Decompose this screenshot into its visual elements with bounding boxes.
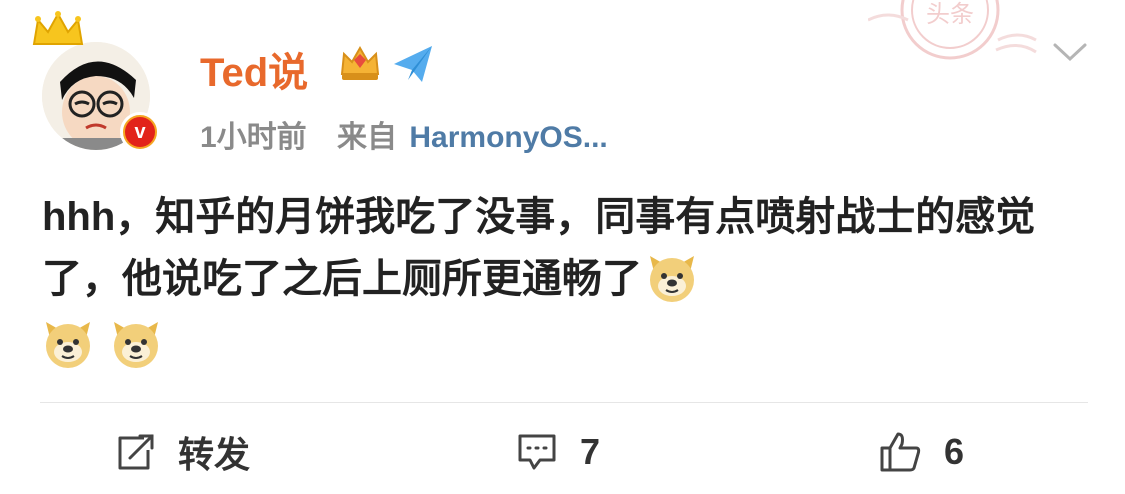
weibo-post: v Ted说 1小时前 来自 HarmonyOS... 头条 hhh，知乎的月饼… [0,0,1125,494]
post-time: 1小时前 [200,121,307,154]
stamp-text: 头条 [926,0,974,28]
like-count: 6 [944,431,965,472]
like-icon [880,432,921,472]
post-content: hhh，知乎的月饼我吃了没事，同事有点喷射战士的感觉了，他说吃了之后上厕所更通畅… [42,186,1082,310]
doge-emoji-icon [46,322,90,368]
vip-crown-icon[interactable] [338,44,382,84]
post-text: hhh，知乎的月饼我吃了没事，同事有点喷射战士的感觉了，他说吃了之后上厕所更通畅… [42,195,1036,301]
doge-emoji-icon [650,256,694,302]
source-prefix: 来自 [337,121,398,154]
crown-icon [32,11,84,45]
comment-count: 7 [580,431,601,472]
post-meta: 1小时前 来自 HarmonyOS... [200,112,608,156]
repost-label: 转发 [178,434,251,475]
author-name[interactable]: Ted说 [200,40,308,98]
verified-badge: v [120,112,160,152]
repost-icon [118,434,154,470]
doge-emoji-icon [114,322,158,368]
paper-plane-icon[interactable] [392,44,434,84]
comment-icon [518,434,556,470]
stamp-icon: 头条 [868,0,1037,60]
like-button[interactable]: 6 [878,426,964,478]
source-link[interactable]: HarmonyOS... [409,121,607,154]
divider [40,402,1088,403]
repost-button[interactable]: 转发 [114,426,250,478]
chevron-down-icon[interactable] [1052,40,1088,64]
comment-button[interactable]: 7 [516,426,600,478]
emoji-row [42,318,178,370]
